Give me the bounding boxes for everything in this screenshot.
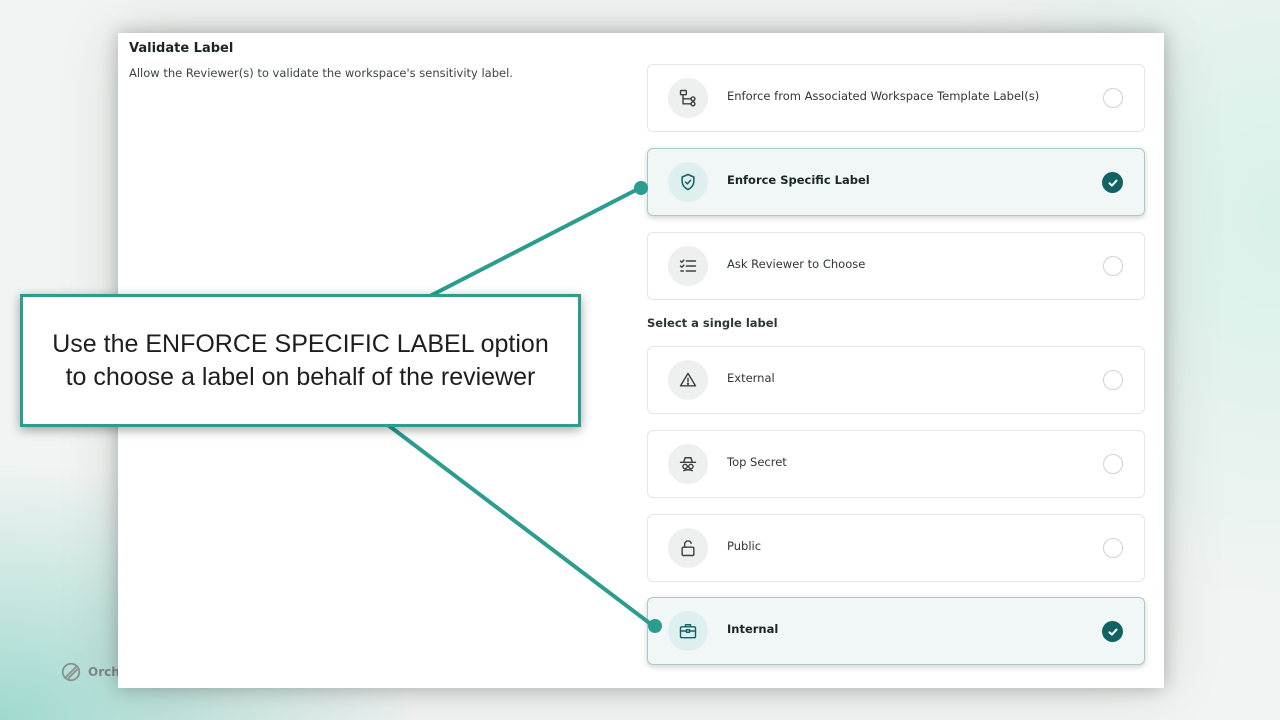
option-label: Top Secret (727, 455, 787, 469)
radio-checked-icon[interactable] (1102, 172, 1123, 193)
label-section-heading: Select a single label (647, 316, 778, 330)
section-title: Validate Label (129, 41, 234, 56)
spy-icon (668, 444, 708, 484)
radio-checked-icon[interactable] (1102, 621, 1123, 642)
brand-name: Orch (88, 665, 120, 679)
radio-unchecked[interactable] (1103, 538, 1123, 558)
label-option-public[interactable]: Public (647, 514, 1145, 582)
radio-unchecked[interactable] (1103, 454, 1123, 474)
option-ask-reviewer[interactable]: Ask Reviewer to Choose (647, 232, 1145, 300)
option-enforce-specific-label[interactable]: Enforce Specific Label (647, 148, 1145, 216)
label-option-external[interactable]: External (647, 346, 1145, 414)
annotation-callout: Use the ENFORCE SPECIFIC LABEL option to… (20, 294, 581, 427)
option-label: Internal (727, 622, 779, 636)
template-tree-icon (668, 78, 708, 118)
option-label: Ask Reviewer to Choose (727, 257, 866, 271)
option-label: External (727, 371, 775, 385)
option-enforce-template-labels[interactable]: Enforce from Associated Workspace Templa… (647, 64, 1145, 132)
brand-mark-icon (61, 662, 81, 682)
label-option-top-secret[interactable]: Top Secret (647, 430, 1145, 498)
shield-check-icon (668, 162, 708, 202)
option-label: Enforce from Associated Workspace Templa… (727, 89, 1040, 103)
label-option-internal[interactable]: Internal (647, 597, 1145, 665)
briefcase-icon (668, 611, 708, 651)
radio-unchecked[interactable] (1103, 88, 1123, 108)
brand-logo: Orch (60, 660, 120, 684)
unlock-icon (668, 528, 708, 568)
option-label: Public (727, 539, 762, 553)
option-label: Enforce Specific Label (727, 173, 870, 187)
callout-text: Use the ENFORCE SPECIFIC LABEL option to… (52, 329, 549, 391)
radio-unchecked[interactable] (1103, 256, 1123, 276)
warning-triangle-icon (668, 360, 708, 400)
radio-unchecked[interactable] (1103, 370, 1123, 390)
checklist-icon (668, 246, 708, 286)
section-description: Allow the Reviewer(s) to validate the wo… (129, 66, 513, 80)
